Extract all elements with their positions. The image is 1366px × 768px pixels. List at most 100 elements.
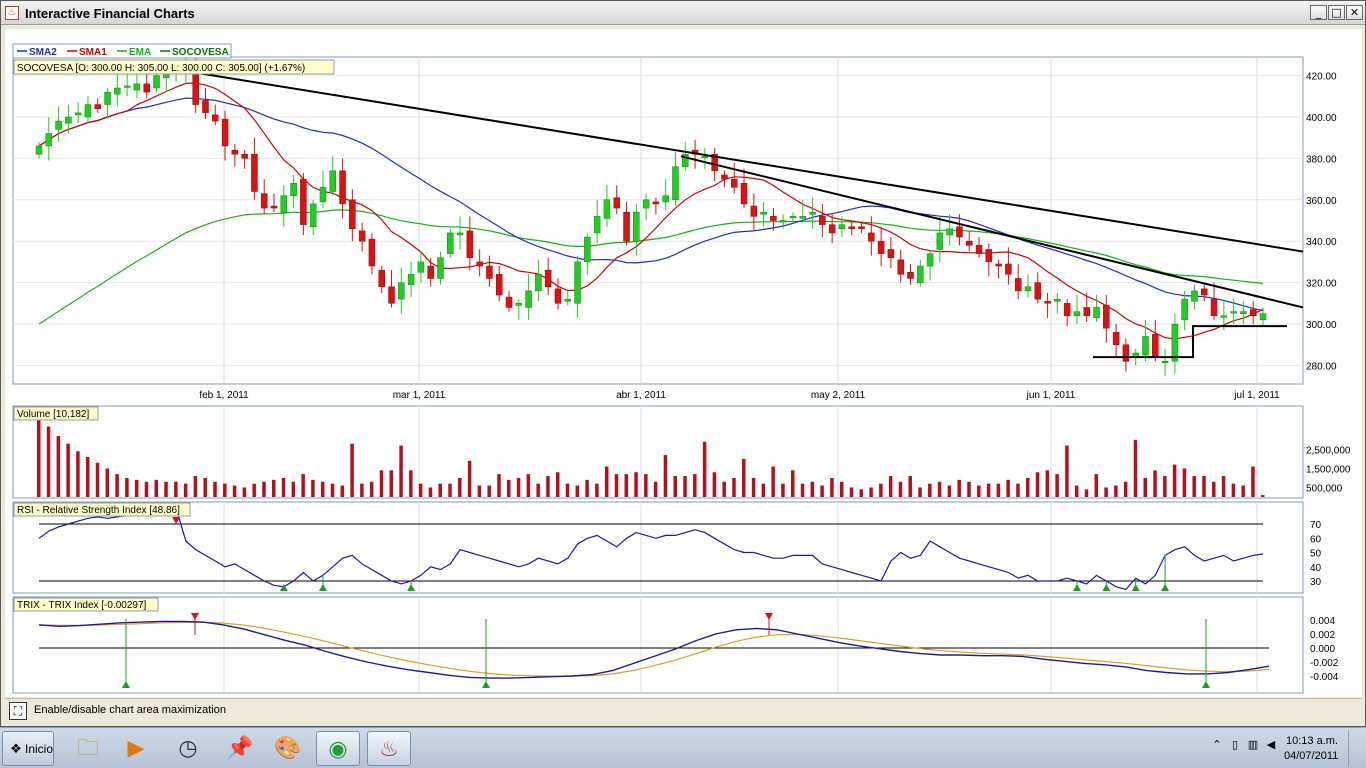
- price-info: SOCOVESA [O: 300.00 H: 305.00 L: 300.00 …: [17, 63, 305, 74]
- legend-item: SOCOVESA: [172, 47, 229, 58]
- candle-body: [45, 133, 53, 147]
- volume-bar: [1133, 439, 1138, 497]
- device-icon[interactable]: ▯: [1228, 738, 1242, 752]
- trix-y-tick-label: 0.000: [1310, 644, 1335, 655]
- volume-bar: [438, 483, 442, 497]
- trix-panel-frame: [12, 596, 1304, 694]
- clock-app-icon[interactable]: ◷: [166, 731, 210, 766]
- java-taskbar-icon[interactable]: ♨: [367, 731, 411, 766]
- volume-bar: [1182, 468, 1187, 497]
- chart-panel[interactable]: feb 1, 2011 mar 1, 2011 abr 1, 2011 may 2, …: [5, 29, 1362, 697]
- candle-body: [398, 282, 405, 300]
- volume-bar: [311, 479, 315, 497]
- candle-body: [153, 75, 160, 89]
- volume-bar: [732, 477, 736, 497]
- pin-icon[interactable]: 📌: [218, 731, 262, 766]
- close-button[interactable]: ✕: [1346, 5, 1363, 20]
- volume-bar: [644, 474, 648, 497]
- volume-icon[interactable]: ◀: [1264, 738, 1278, 752]
- candle-body: [300, 178, 307, 225]
- candle-body: [721, 174, 728, 180]
- candle-body: [907, 272, 914, 279]
- clock-date[interactable]: 04/07/2011: [1284, 750, 1338, 762]
- candle-body: [358, 230, 366, 242]
- candle-body: [877, 240, 885, 254]
- status-bar: ⛶ Enable/disable chart area maximization: [5, 698, 1362, 722]
- candle-body: [476, 261, 483, 267]
- candle-body: [378, 269, 385, 288]
- volume-bar: [242, 487, 247, 497]
- volume-y-tick-label: 1,500,000: [1306, 464, 1351, 475]
- volume-bar: [937, 481, 942, 497]
- chrome-icon[interactable]: ◉: [316, 731, 360, 766]
- candle-body: [1142, 336, 1149, 356]
- status-text: Enable/disable chart area maximization: [34, 704, 226, 716]
- trix-y-tick-label: -0.002: [1310, 658, 1339, 669]
- candle-body: [740, 182, 748, 205]
- price-y-tick-label: 400.00: [1306, 113, 1337, 124]
- candle-body: [55, 120, 62, 130]
- candle-body: [427, 265, 434, 279]
- maximize-area-icon[interactable]: ⛶: [9, 702, 27, 720]
- candle-body: [1259, 313, 1267, 321]
- volume-bar: [360, 483, 364, 497]
- candle-body: [633, 211, 640, 242]
- candle-body: [917, 265, 924, 283]
- media-player-icon[interactable]: ▶: [114, 731, 158, 766]
- volume-bar: [928, 483, 932, 497]
- price-y-tick-label: 280.00: [1306, 361, 1337, 372]
- volume-bar: [330, 483, 335, 497]
- volume-label: Volume [10,182]: [17, 409, 89, 420]
- trix-y-tick-label: -0.004: [1310, 672, 1339, 683]
- folder-icon[interactable]: 🗀: [66, 731, 110, 766]
- volume-bar: [859, 489, 864, 497]
- legend-item: SMA2: [29, 47, 57, 58]
- candle-body: [1103, 305, 1110, 329]
- paint-icon[interactable]: 🎨: [266, 731, 310, 766]
- volume-bar: [781, 483, 785, 497]
- clock-time[interactable]: 10:13 a.m.: [1286, 735, 1338, 747]
- candle-body: [456, 232, 464, 236]
- candle-body: [1054, 298, 1061, 302]
- volume-bar: [790, 470, 795, 497]
- start-button[interactable]: ❖ Inicio: [2, 731, 54, 766]
- volume-bar: [771, 466, 775, 497]
- volume-bar: [340, 485, 345, 497]
- x-tick-label: abr 1, 2011: [616, 390, 666, 401]
- volume-bar: [555, 472, 560, 497]
- candle-body: [946, 228, 953, 236]
- volume-bar: [350, 443, 354, 497]
- candle-body: [231, 149, 239, 155]
- candle-body: [1034, 282, 1042, 300]
- candle-body: [495, 274, 503, 296]
- candle-body: [672, 166, 679, 201]
- price-y-tick-label: 420.00: [1306, 72, 1337, 83]
- show-desktop-button[interactable]: [1348, 730, 1364, 766]
- candle-body: [544, 269, 552, 288]
- candle-body: [985, 249, 993, 263]
- candle-body: [642, 199, 650, 209]
- candle-body: [260, 193, 268, 209]
- volume-bar: [458, 477, 462, 497]
- candle-body: [828, 224, 836, 234]
- volume-bar: [232, 485, 237, 497]
- candle-body: [965, 240, 973, 246]
- show-hidden-icons-icon[interactable]: ⌃: [1210, 738, 1224, 752]
- candle-body: [35, 145, 43, 155]
- candle-body: [603, 199, 611, 219]
- trix-y-tick-label: 0.004: [1310, 616, 1335, 627]
- candle-body: [123, 85, 131, 88]
- volume-bar: [369, 481, 374, 497]
- candle-body: [613, 197, 620, 209]
- minimize-button[interactable]: _: [1310, 5, 1327, 20]
- candle-body: [760, 211, 767, 215]
- network-icon[interactable]: ▥: [1246, 738, 1260, 752]
- volume-bar: [742, 458, 746, 497]
- chart-svg[interactable]: feb 1, 2011 mar 1, 2011 abr 1, 2011 may 2, …: [5, 29, 1362, 697]
- rsi-y-tick-label: 70: [1310, 520, 1322, 531]
- maximize-button[interactable]: □: [1328, 5, 1345, 20]
- title-bar[interactable]: ♨ Interactive Financial Charts _ □ ✕: [1, 1, 1365, 25]
- volume-bar: [879, 483, 883, 497]
- legend-item: SMA1: [79, 47, 107, 58]
- taskbar: ❖ Inicio 🗀 ▶ ◷ 📌 🎨 ◉ ♨ ⌃ ▯ ▥ ◀ 10:13 a.m…: [0, 727, 1366, 768]
